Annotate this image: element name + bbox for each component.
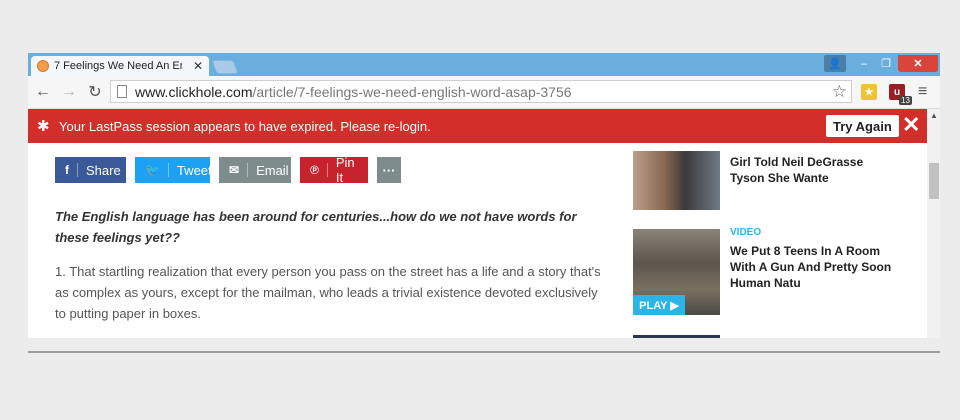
article-item-1: 1. That startling realization that every… [55, 264, 601, 321]
pin-it-label: Pin It [335, 155, 355, 185]
user-profile-icon[interactable]: 👤 [824, 55, 846, 72]
twitter-tweet-button[interactable]: 🐦 Tweet [135, 157, 212, 183]
browser-window: 7 Feelings We Need An En ✕ 👤 – ❐ ✕ ← → ↻… [28, 53, 940, 338]
title-bar: 7 Feelings We Need An En ✕ 👤 – ❐ ✕ [28, 53, 940, 76]
reload-button[interactable]: ↻ [84, 81, 106, 103]
envelope-icon: ✉ [229, 163, 249, 177]
tweet-label: Tweet [176, 162, 212, 178]
lastpass-asterisk-icon: ✱ [37, 118, 50, 135]
try-again-button[interactable]: Try Again [826, 115, 899, 137]
facebook-share-label: Share [86, 162, 121, 178]
url-path: /article/7-feelings-we-need-english-word… [252, 83, 572, 100]
maximize-button[interactable]: ❐ [876, 55, 896, 72]
sidebar-category-label: VIDEO [730, 227, 762, 238]
lastpass-message: Your LastPass session appears to have ex… [59, 119, 431, 134]
article-lede: The English language has been around for… [55, 209, 577, 245]
url-host: www.clickhole.com [135, 83, 253, 100]
scroll-up-icon[interactable]: ▲ [930, 111, 938, 120]
tab-close-icon[interactable]: ✕ [193, 59, 203, 73]
twitter-icon: 🐦 [145, 163, 169, 177]
extension-icon[interactable]: ★ [861, 84, 877, 100]
new-tab-button[interactable] [211, 60, 239, 74]
browser-toolbar: ← → ↻ www.clickhole.com/article/7-feelin… [28, 76, 940, 109]
scrollbar-thumb[interactable] [929, 163, 939, 199]
email-share-button[interactable]: ✉ Email [219, 157, 291, 183]
lastpass-close-icon[interactable]: ✕ [902, 112, 920, 138]
divider [28, 351, 940, 353]
sidebar-thumbnail-3[interactable] [633, 335, 720, 338]
close-window-button[interactable]: ✕ [898, 55, 938, 72]
facebook-share-button[interactable]: f Share [55, 157, 126, 183]
ublock-badge: 13 [899, 96, 912, 105]
scrollbar-track[interactable] [927, 109, 940, 338]
bookmark-star-icon[interactable]: ☆ [832, 82, 847, 102]
address-bar[interactable]: www.clickhole.com/article/7-feelings-we-… [110, 80, 852, 103]
tab-title: 7 Feelings We Need An En [54, 60, 182, 72]
pinterest-icon: ℗ [310, 163, 328, 177]
facebook-icon: f [65, 163, 78, 177]
lastpass-notification-bar: ✱ Your LastPass session appears to have … [28, 109, 928, 143]
sidebar-thumbnail-1[interactable] [633, 151, 720, 210]
share-bar: f Share 🐦 Tweet ✉ Email ℗ Pin It ··· [55, 155, 410, 185]
forward-button[interactable]: → [58, 81, 80, 103]
play-button[interactable]: PLAY ▶ [633, 295, 685, 315]
active-tab[interactable]: 7 Feelings We Need An En ✕ [31, 56, 209, 76]
back-button[interactable]: ← [32, 81, 54, 103]
menu-icon[interactable]: ≡ [918, 83, 927, 101]
pinterest-pin-button[interactable]: ℗ Pin It [300, 155, 368, 185]
sidebar-headline-2[interactable]: We Put 8 Teens In A Room With A Gun And … [730, 243, 900, 291]
minimize-button[interactable]: – [854, 55, 874, 72]
clickhole-favicon-icon [37, 60, 49, 72]
page-icon [117, 85, 127, 98]
email-label: Email [256, 162, 289, 178]
sidebar-headline-1[interactable]: Girl Told Neil DeGrasse Tyson She Wante [730, 154, 890, 186]
more-share-button[interactable]: ··· [377, 157, 401, 183]
